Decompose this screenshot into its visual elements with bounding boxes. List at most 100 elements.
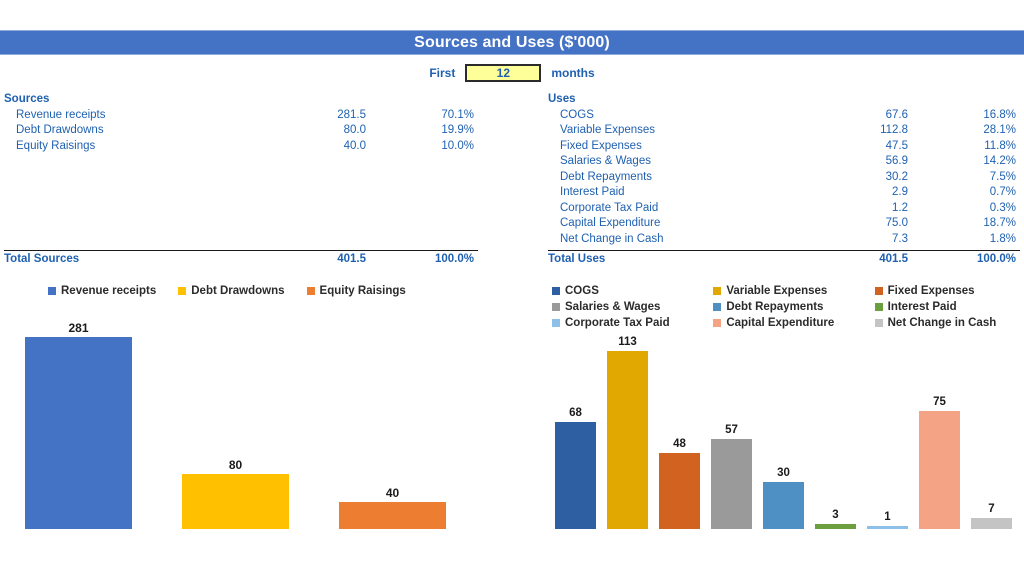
chart-bar-group[interactable]: 40 [339, 486, 446, 529]
table-row: COGS 67.6 16.8% [548, 108, 1020, 124]
chart-bar[interactable] [25, 337, 132, 529]
legend-label: Corporate Tax Paid [565, 317, 670, 329]
row-label: Net Change in Cash [560, 232, 664, 245]
table-row: Debt Repayments 30.2 7.5% [548, 170, 1020, 186]
row-value: 40.0 [343, 139, 366, 152]
total-label: Total Sources [4, 253, 80, 265]
chart-bar[interactable] [711, 439, 752, 529]
legend-item[interactable]: Debt Drawdowns [178, 283, 285, 299]
chart-bar-value-label: 30 [777, 467, 790, 479]
row-percent: 28.1% [983, 124, 1016, 136]
table-spacer-row [4, 154, 478, 170]
legend-swatch-icon [713, 287, 722, 295]
chart-bar-group[interactable]: 281 [25, 321, 132, 529]
legend-swatch-icon [552, 319, 560, 327]
legend-label: Interest Paid [887, 301, 957, 313]
legend-item[interactable]: Revenue receipts [48, 283, 156, 299]
sources-table: Sources Revenue receipts 281.5 70.1% Deb… [4, 92, 478, 268]
chart-bar-value-label: 3 [832, 509, 839, 521]
chart-bar-group[interactable]: 80 [182, 458, 289, 529]
chart-bar[interactable] [182, 474, 289, 529]
chart-bar-group[interactable]: 3 [815, 509, 856, 529]
row-percent: 19.9% [441, 124, 474, 136]
legend-item[interactable]: Salaries & Wages [552, 299, 713, 315]
chart-bar[interactable] [607, 351, 648, 529]
chart-bar[interactable] [763, 482, 804, 529]
sources-chart-plot: 281 80 40 [0, 310, 500, 577]
total-percent: 100.0% [976, 253, 1016, 265]
sources-table-header-row: Sources [4, 92, 478, 108]
chart-bar-group[interactable]: 57 [711, 424, 752, 529]
total-label: Total Uses [548, 253, 606, 265]
sources-total-row: Total Sources 401.5 100.0% [4, 251, 478, 269]
legend-label: Debt Repayments [726, 301, 824, 313]
row-label: Variable Expenses [560, 124, 656, 136]
row-label: Debt Repayments [560, 170, 653, 183]
period-selector: First 12 months [0, 62, 1024, 84]
legend-label: Net Change in Cash [887, 317, 997, 329]
table-spacer-row [4, 185, 478, 201]
chart-bar-group[interactable]: 113 [607, 336, 648, 529]
chart-bar-group[interactable]: 1 [867, 511, 908, 529]
table-row: Net Change in Cash 7.3 1.8% [548, 232, 1020, 248]
row-value: 67.6 [885, 108, 908, 121]
legend-label: Capital Expenditure [726, 317, 835, 329]
row-label: Salaries & Wages [560, 155, 651, 167]
table-spacer-row [4, 232, 478, 248]
legend-swatch-icon [552, 287, 560, 295]
chart-bar[interactable] [867, 526, 908, 529]
chart-bar[interactable] [919, 411, 960, 529]
legend-item[interactable]: Debt Repayments [713, 299, 874, 315]
page-title: Sources and Uses ($'000) [414, 33, 610, 51]
table-spacer-row [4, 201, 478, 217]
uses-chart-legend: COGS Variable Expenses Fixed Expenses Salar… [540, 283, 1024, 331]
chart-bar[interactable] [815, 524, 856, 529]
legend-swatch-icon [874, 319, 883, 327]
row-label: Capital Expenditure [560, 217, 661, 229]
legend-item[interactable]: Capital Expenditure [713, 315, 874, 331]
table-row: Fixed Expenses 47.5 11.8% [548, 139, 1020, 155]
legend-item[interactable]: Variable Expenses [713, 283, 874, 299]
row-label: Equity Raisings [16, 139, 96, 152]
chart-bar-group[interactable]: 7 [971, 503, 1012, 529]
row-value: 47.5 [885, 139, 908, 152]
chart-bar[interactable] [339, 502, 446, 529]
table-spacer-row [4, 216, 478, 232]
legend-item[interactable]: Corporate Tax Paid [552, 315, 713, 331]
legend-item[interactable]: Net Change in Cash [874, 315, 1024, 331]
sources-header-label: Sources [4, 93, 50, 105]
chart-bar-group[interactable]: 30 [763, 467, 804, 529]
row-label: Fixed Expenses [560, 139, 642, 152]
table-row: Variable Expenses 112.8 28.1% [548, 123, 1020, 139]
uses-header-label: Uses [548, 93, 576, 105]
row-label: Interest Paid [560, 186, 625, 198]
chart-bar-group[interactable]: 48 [659, 438, 700, 529]
uses-table: Uses COGS 67.6 16.8% Variable Expenses 1… [548, 92, 1020, 268]
chart-bar-value-label: 57 [725, 424, 738, 436]
legend-label: Salaries & Wages [565, 301, 661, 313]
chart-bar[interactable] [555, 422, 596, 529]
legend-item[interactable]: Interest Paid [874, 299, 1024, 315]
legend-swatch-icon [874, 287, 883, 295]
table-row: Interest Paid 2.9 0.7% [548, 185, 1020, 201]
legend-item[interactable]: Equity Raisings [306, 283, 406, 299]
legend-swatch-icon [552, 303, 560, 311]
row-label: Corporate Tax Paid [560, 201, 659, 214]
row-value: 281.5 [337, 108, 366, 121]
table-row: Capital Expenditure 75.0 18.7% [548, 216, 1020, 232]
legend-swatch-icon [874, 303, 883, 311]
legend-item[interactable]: COGS [552, 283, 713, 299]
legend-item[interactable]: Fixed Expenses [874, 283, 1024, 299]
sources-and-uses-dashboard: Sources and Uses ($'000) First 12 months… [0, 0, 1024, 577]
row-label: COGS [560, 108, 594, 121]
table-row: Revenue receipts 281.5 70.1% [4, 108, 478, 124]
chart-bar-group[interactable]: 75 [919, 396, 960, 529]
chart-bar[interactable] [659, 453, 700, 529]
total-value: 401.5 [337, 253, 366, 265]
chart-bar-group[interactable]: 68 [555, 407, 596, 529]
legend-swatch-icon [713, 319, 722, 327]
legend-label: Debt Drawdowns [191, 285, 285, 297]
period-months-input[interactable]: 12 [465, 64, 542, 82]
chart-bar[interactable] [971, 518, 1012, 529]
chart-bar-value-label: 48 [673, 438, 686, 450]
